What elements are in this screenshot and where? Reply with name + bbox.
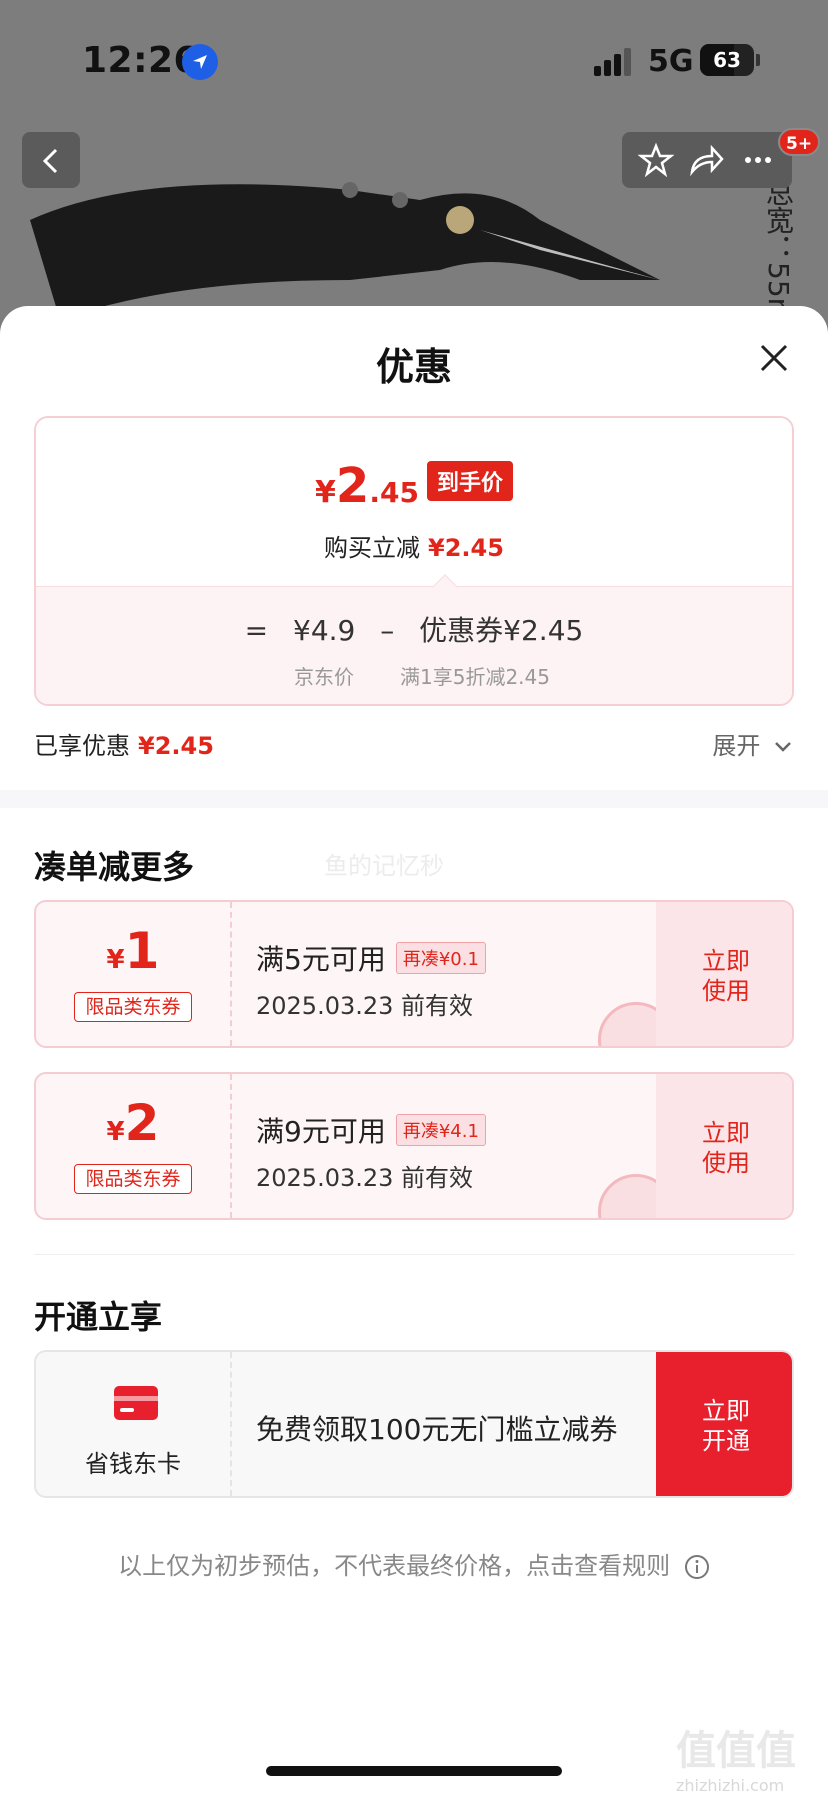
price-card: ¥2.45 到手价 购买立减 ¥2.45 = ¥4.9 – 优惠券¥2.45 京东价… (34, 416, 794, 706)
jd-price-label: 京东价 (294, 665, 354, 689)
member-card-description: 免费领取100元无门槛立减券 (256, 1413, 618, 1446)
final-price: ¥2.45 到手价 (36, 458, 792, 514)
coupon-expiry: 2025.03.23 前有效 (256, 992, 474, 1020)
buy-reduce: 购买立减 ¥2.45 (36, 528, 792, 563)
coupon-number: 2 (124, 1094, 160, 1152)
member-card-offer: 省钱东卡 免费领取100元无门槛立减券 立即 开通 (34, 1350, 794, 1498)
coupon-type: 限品类东券 (74, 992, 192, 1022)
expand-button[interactable]: 展开 (712, 726, 792, 761)
expand-label: 展开 (712, 732, 761, 760)
coupon-amount: ¥1 (36, 922, 230, 980)
top-actions-bar (622, 132, 792, 188)
buy-reduce-label: 购买立减 (324, 534, 421, 562)
more-icon[interactable] (740, 142, 776, 178)
watermark-text: 鱼的记忆秒 (324, 852, 444, 880)
coupon-type: 限品类东券 (74, 1164, 192, 1194)
enjoyed-label: 已享优惠 (34, 732, 130, 760)
footnote-text: 以上仅为初步预估，不代表最终价格，点击查看规则 (118, 1552, 671, 1580)
coupon-expiry: 2025.03.23 前有效 (256, 1164, 474, 1192)
coupon-amount: ¥2 (36, 1094, 230, 1152)
site-watermark-logo: 值值值 (676, 1728, 796, 1774)
coupon-condition-row: 满9元可用 再凑¥4.1 (256, 1110, 486, 1150)
discount-sheet: 优惠 ¥2.45 到手价 购买立减 ¥2.45 = ¥4.9 – 优惠券¥2.45 … (0, 306, 828, 1796)
battery-level: 63 (713, 48, 741, 72)
section-divider (0, 790, 828, 808)
price-integer: 2 (335, 458, 370, 514)
use-now-label: 立即 使用 (702, 1119, 750, 1177)
coupon-currency: ¥ (106, 945, 125, 975)
buy-reduce-value: ¥2.45 (428, 534, 504, 562)
final-price-tag: 到手价 (426, 461, 513, 501)
coupon-rule: 满1享5折减2.45 (400, 665, 550, 689)
open-now-label: 立即 开通 (702, 1397, 750, 1455)
jd-price: ¥4.9 (293, 614, 356, 647)
status-bar: 12:26 5G 63 (0, 0, 828, 120)
coupon-info: 满9元可用 再凑¥4.1 2025.03.23 前有效 (232, 1074, 674, 1218)
coupon-add-more-tag: 再凑¥0.1 (395, 942, 486, 974)
section-title-more: 凑单减更多 (34, 848, 195, 886)
use-now-button[interactable]: 立即 使用 (656, 902, 792, 1046)
chevron-left-icon (42, 148, 58, 174)
home-indicator[interactable] (266, 1766, 562, 1776)
close-icon[interactable] (756, 340, 792, 376)
battery-icon: 63 (700, 44, 754, 76)
rules-footnote[interactable]: 以上仅为初步预估，不代表最终价格，点击查看规则 (0, 1546, 828, 1581)
enjoyed-value: ¥2.45 (138, 732, 214, 760)
price-currency: ¥ (315, 475, 336, 510)
price-formula: = ¥4.9 – 优惠券¥2.45 (36, 609, 792, 649)
coupon-card: ¥1 限品类东券 满5元可用 再凑¥0.1 2025.03.23 前有效 立即 使用 (34, 900, 794, 1048)
member-card-name: 省钱东卡 (85, 1450, 181, 1478)
signal-icon (594, 48, 634, 76)
cart-badge: 5+ (778, 128, 821, 156)
coupon-condition-row: 满5元可用 再凑¥0.1 (256, 938, 486, 978)
formula-equals: = (244, 614, 269, 647)
enjoyed-discount: 已享优惠 ¥2.45 (34, 726, 214, 761)
coupon-condition: 满5元可用 (256, 943, 386, 976)
thin-divider (34, 1254, 794, 1255)
open-now-button[interactable]: 立即 开通 (656, 1352, 792, 1496)
coupon-condition: 满9元可用 (256, 1115, 386, 1148)
sheet-title: 优惠 (375, 345, 452, 389)
member-card-brand: 省钱东卡 (36, 1352, 232, 1496)
site-watermark-url: zhizhizhi.com (676, 1776, 785, 1795)
card-icon (114, 1386, 158, 1420)
coupon-card: ¥2 限品类东券 满9元可用 再凑¥4.1 2025.03.23 前有效 立即 使用 (34, 1072, 794, 1220)
price-top: ¥2.45 到手价 购买立减 ¥2.45 (36, 418, 792, 588)
coupon-add-more-tag: 再凑¥4.1 (395, 1114, 486, 1146)
star-icon[interactable] (638, 142, 674, 178)
location-arrow-icon (182, 44, 218, 80)
coupon-info: 满5元可用 再凑¥0.1 2025.03.23 前有效 (232, 902, 674, 1046)
use-now-button[interactable]: 立即 使用 (656, 1074, 792, 1218)
coupon-number: 1 (124, 922, 160, 980)
coupon-part: 优惠券¥2.45 (419, 614, 584, 647)
price-decimal: .45 (369, 476, 419, 509)
info-icon (684, 1555, 709, 1579)
coupon-value-area: ¥1 限品类东券 (36, 902, 232, 1046)
battery-tip (756, 54, 760, 66)
use-now-label: 立即 使用 (702, 947, 750, 1005)
back-button[interactable] (22, 132, 80, 188)
formula-minus: – (380, 614, 395, 647)
section-title-open: 开通立享 (34, 1298, 163, 1336)
price-breakdown: = ¥4.9 – 优惠券¥2.45 京东价 满1享5折减2.45 (36, 586, 792, 704)
chevron-down-icon (775, 742, 791, 752)
network-type: 5G (648, 44, 694, 79)
share-icon[interactable] (688, 142, 724, 178)
coupon-currency: ¥ (106, 1117, 125, 1147)
coupon-value-area: ¥2 限品类东券 (36, 1074, 232, 1218)
